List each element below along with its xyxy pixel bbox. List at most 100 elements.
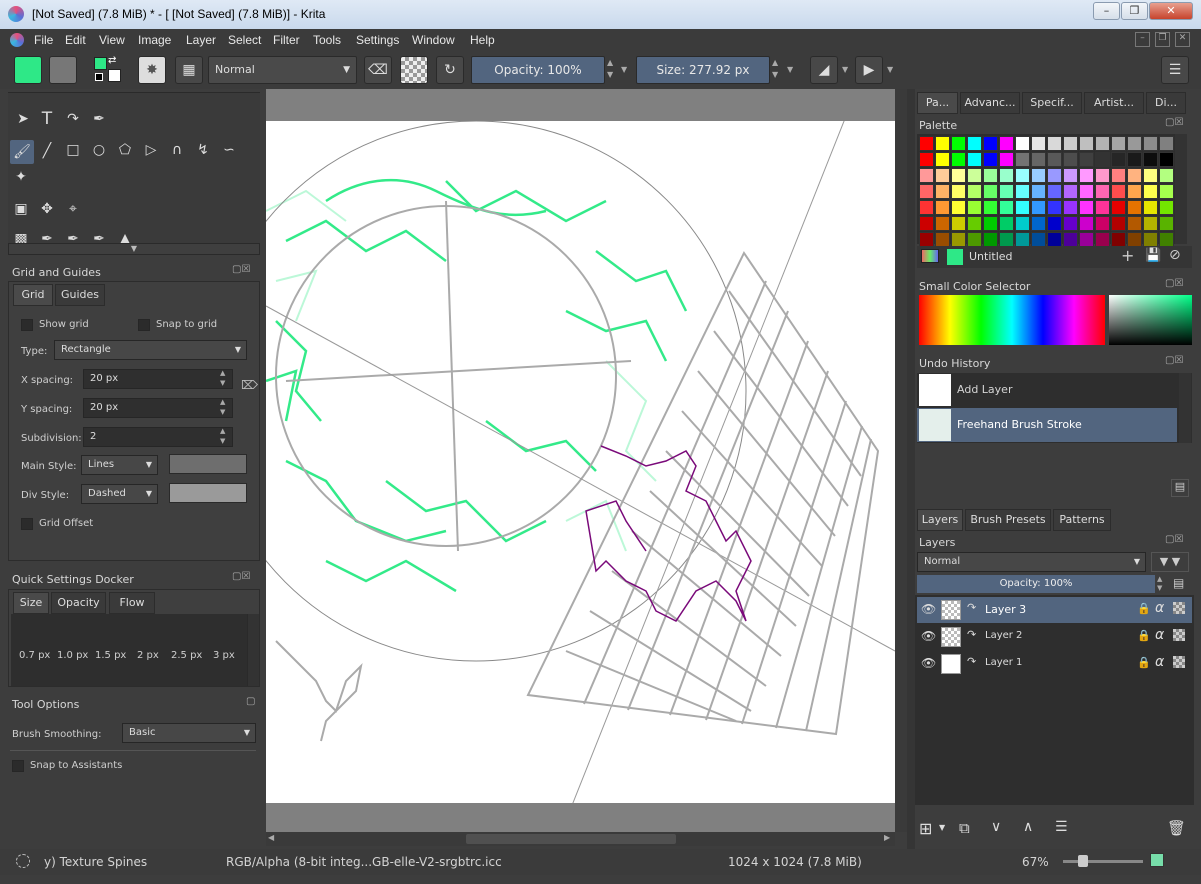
palette-swatch[interactable] — [935, 152, 950, 167]
alpha-lock-icon[interactable]: α — [1155, 654, 1164, 670]
palette-swatch[interactable] — [935, 168, 950, 183]
palette-swatch[interactable] — [1079, 152, 1094, 167]
palette-swatch[interactable] — [1063, 200, 1078, 215]
move-layer-up-icon[interactable]: ∧ — [1023, 819, 1033, 835]
palette-swatch[interactable] — [1015, 152, 1030, 167]
main-style-color-button[interactable] — [169, 454, 247, 474]
palette-swatch[interactable] — [951, 200, 966, 215]
palette-swatch[interactable] — [1031, 168, 1046, 183]
eraser-button[interactable]: ⌫ — [364, 56, 392, 84]
canvas-document[interactable] — [266, 121, 895, 803]
palette-swatch[interactable] — [1047, 168, 1062, 183]
palette-swatch[interactable] — [935, 232, 950, 247]
palette-swatch[interactable] — [1111, 216, 1126, 231]
palette-swatch[interactable] — [1047, 152, 1062, 167]
palette-swatch[interactable] — [967, 216, 982, 231]
undo-scrollbar[interactable] — [1179, 373, 1191, 443]
palette-swatch[interactable] — [919, 136, 934, 151]
add-layer-menu-icon[interactable]: ▼ — [939, 823, 945, 832]
palette-swatch[interactable] — [1031, 232, 1046, 247]
tab-flow[interactable]: Flow — [109, 592, 155, 614]
palette-swatch[interactable] — [1143, 216, 1158, 231]
layer-blend-mode-select[interactable]: Normal ▼ — [917, 552, 1146, 572]
move-tool-icon[interactable]: ✥ — [36, 201, 58, 217]
palette-swatch[interactable] — [1047, 216, 1062, 231]
visibility-eye-icon[interactable]: 👁 — [921, 602, 936, 616]
mirror-vertical-button[interactable]: ▶ — [855, 56, 883, 84]
palette-swatch[interactable] — [1047, 136, 1062, 151]
palette-swatch[interactable] — [1127, 136, 1142, 151]
mirror-horizontal-button[interactable]: ◢ — [810, 56, 838, 84]
palette-swatch[interactable] — [1127, 168, 1142, 183]
palette-swatch[interactable] — [983, 184, 998, 199]
palette-swatch[interactable] — [1095, 136, 1110, 151]
tab-artistic-color[interactable]: Artist... — [1084, 92, 1144, 114]
palette-swatch[interactable] — [1095, 200, 1110, 215]
x-spacing-spin-icon[interactable]: ▲ ▼ — [220, 368, 225, 388]
mdi-close-icon[interactable]: ✕ — [1175, 32, 1190, 47]
palette-swatch[interactable] — [1015, 184, 1030, 199]
palette-swatch[interactable] — [1063, 184, 1078, 199]
scroll-left-icon[interactable]: ◀ — [268, 833, 274, 842]
x-spacing-input[interactable]: 20 px — [83, 369, 233, 389]
gradient-button[interactable] — [14, 56, 42, 84]
palette-swatch[interactable] — [1143, 200, 1158, 215]
close-button[interactable]: ✕ — [1149, 2, 1193, 20]
opacity-slider[interactable]: Opacity: 100% — [471, 56, 605, 84]
add-layer-icon[interactable]: ⊞ — [919, 819, 932, 838]
crop-tool-icon[interactable]: ⌖ — [62, 201, 84, 217]
tab-grid[interactable]: Grid — [13, 284, 53, 306]
palette-swatch[interactable] — [999, 216, 1014, 231]
zoom-slider-handle[interactable] — [1078, 855, 1088, 867]
palette-swatch[interactable] — [1143, 232, 1158, 247]
palette-swatch[interactable] — [1031, 216, 1046, 231]
palette-swatch[interactable] — [935, 136, 950, 151]
tab-specific-color[interactable]: Specif... — [1022, 92, 1082, 114]
layer-properties-sliders-icon[interactable]: ☰ — [1055, 819, 1068, 835]
palette-swatch[interactable] — [1063, 216, 1078, 231]
palette-swatch[interactable] — [1031, 136, 1046, 151]
dock-float-close-icon[interactable]: ▢☒ — [1165, 534, 1183, 545]
palette-swatch[interactable] — [1143, 168, 1158, 183]
layer-row[interactable]: 👁 ↷ Layer 1 🔒 α — [917, 651, 1192, 677]
palette-swatch[interactable] — [919, 200, 934, 215]
palette-swatch[interactable] — [1143, 136, 1158, 151]
duplicate-layer-icon[interactable]: ⧉ — [959, 819, 970, 837]
mirror-vertical-menu-icon[interactable]: ▼ — [887, 65, 893, 74]
palette-swatch[interactable] — [1127, 232, 1142, 247]
palette-swatch[interactable] — [983, 168, 998, 183]
palette-swatch[interactable] — [1159, 216, 1174, 231]
brush-smoothing-select[interactable]: Basic ▼ — [122, 723, 256, 743]
tab-guides[interactable]: Guides — [55, 284, 105, 306]
multibrush-tool-icon[interactable]: ✦ — [10, 169, 32, 185]
palette-swatch[interactable] — [967, 152, 982, 167]
brush-preset-button[interactable]: ✸ — [138, 56, 166, 84]
size-preset[interactable]: 0.7 px — [19, 650, 50, 661]
palette-swatch[interactable] — [1063, 232, 1078, 247]
palette-swatch[interactable] — [1015, 216, 1030, 231]
add-swatch-icon[interactable]: + — [1121, 246, 1134, 265]
main-style-select[interactable]: Lines ▼ — [81, 455, 158, 475]
palette-swatch[interactable] — [1159, 168, 1174, 183]
freehand-brush-icon[interactable]: 🖌 — [10, 140, 34, 164]
calligraphy-icon[interactable]: ✒ — [88, 111, 110, 127]
dock-float-close-icon[interactable]: ▢☒ — [1165, 278, 1183, 289]
palette-swatch[interactable] — [1031, 200, 1046, 215]
hue-strip[interactable] — [919, 295, 1105, 345]
menu-select[interactable]: Select — [228, 33, 261, 47]
dock-float-close-icon[interactable]: ▢☒ — [232, 264, 250, 275]
palette-swatch[interactable] — [1063, 152, 1078, 167]
palette-swatch[interactable] — [1063, 168, 1078, 183]
palette-swatch[interactable] — [983, 200, 998, 215]
opacity-menu-icon[interactable]: ▼ — [621, 65, 627, 74]
size-menu-icon[interactable]: ▼ — [787, 65, 793, 74]
freehand-path-icon[interactable]: ↯ — [192, 142, 214, 158]
show-grid-checkbox[interactable] — [21, 319, 33, 331]
size-preset[interactable]: 1.5 px — [95, 650, 126, 661]
palette-swatch[interactable] — [999, 168, 1014, 183]
bezier-tool-icon[interactable]: ∩ — [166, 142, 188, 158]
delete-layer-icon[interactable]: 🗑 — [1167, 819, 1186, 837]
palette-swatch[interactable] — [1159, 152, 1174, 167]
size-preset[interactable]: 2 px — [137, 650, 159, 661]
palette-swatch[interactable] — [1095, 184, 1110, 199]
